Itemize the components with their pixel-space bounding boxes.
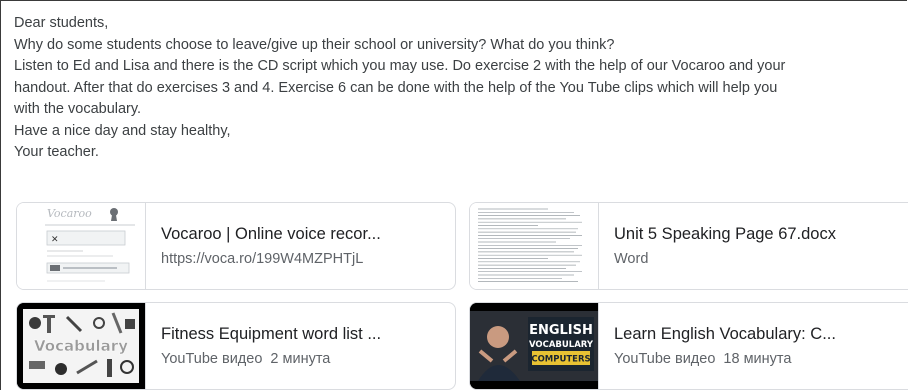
attachment-title[interactable]: Vocaroo | Online voice recor... [161,225,445,244]
video-meta: YouTube видео 18 минута [614,351,908,367]
document-page-thumbnail [470,203,599,289]
english-thumb-text: ENGLISH [529,323,593,338]
fitness-equipment-video-thumbnail: Vocabulary [17,303,146,389]
english-vocabulary-video-thumbnail: ENGLISH VOCABULARY COMPUTERS [470,303,599,389]
attachment-card-vocaroo[interactable]: Vocaroo ✕ Vocaroo | Online voice recor..… [16,202,456,290]
instructions-line-1: Listen to Ed and Lisa and there is the C… [14,58,786,74]
computers-thumb-text: COMPUTERS [531,355,590,365]
greeting-line: Dear students, [14,15,109,31]
svg-text:✕: ✕ [51,234,59,244]
vocabulary-thumb-text: VOCABULARY [529,340,594,350]
instructions-line-3: with the vocabulary. [14,101,142,117]
vocaroo-page-thumbnail: Vocaroo ✕ [17,203,146,289]
question-line: Why do some students choose to leave/giv… [14,36,615,53]
instructions-line-2: handout. After that do exercises 3 and 4… [14,79,778,96]
attachment-card-english-video[interactable]: ENGLISH VOCABULARY COMPUTERS Learn Engli… [469,302,908,390]
closing-line: Have a nice day and stay healthy, [14,122,231,139]
video-duration: 18 минута [723,351,792,367]
video-duration: 2 минута [270,351,331,367]
attachment-title[interactable]: Fitness Equipment word list ... [161,325,445,344]
attachment-title[interactable]: Unit 5 Speaking Page 67.docx [614,225,908,244]
video-source: YouTube видео [614,351,716,367]
attachment-title[interactable]: Learn English Vocabulary: C... [614,325,908,344]
vocabulary-thumb-text: Vocabulary [34,337,128,355]
signature-line: Your teacher. [14,144,99,160]
video-meta: YouTube видео 2 минута [161,351,445,367]
attachment-url: https://voca.ro/199W4MZPHTjL [161,251,364,267]
video-source: YouTube видео [161,351,263,367]
svg-text:Vocaroo: Vocaroo [47,207,92,220]
attachment-file-type: Word [614,251,649,267]
attachment-card-fitness-video[interactable]: Vocabulary Fitness Equipment word list .… [16,302,456,390]
announcement-text: Dear students, Why do some students choo… [14,13,904,164]
attachment-card-docx[interactable]: Unit 5 Speaking Page 67.docx Word [469,202,908,290]
